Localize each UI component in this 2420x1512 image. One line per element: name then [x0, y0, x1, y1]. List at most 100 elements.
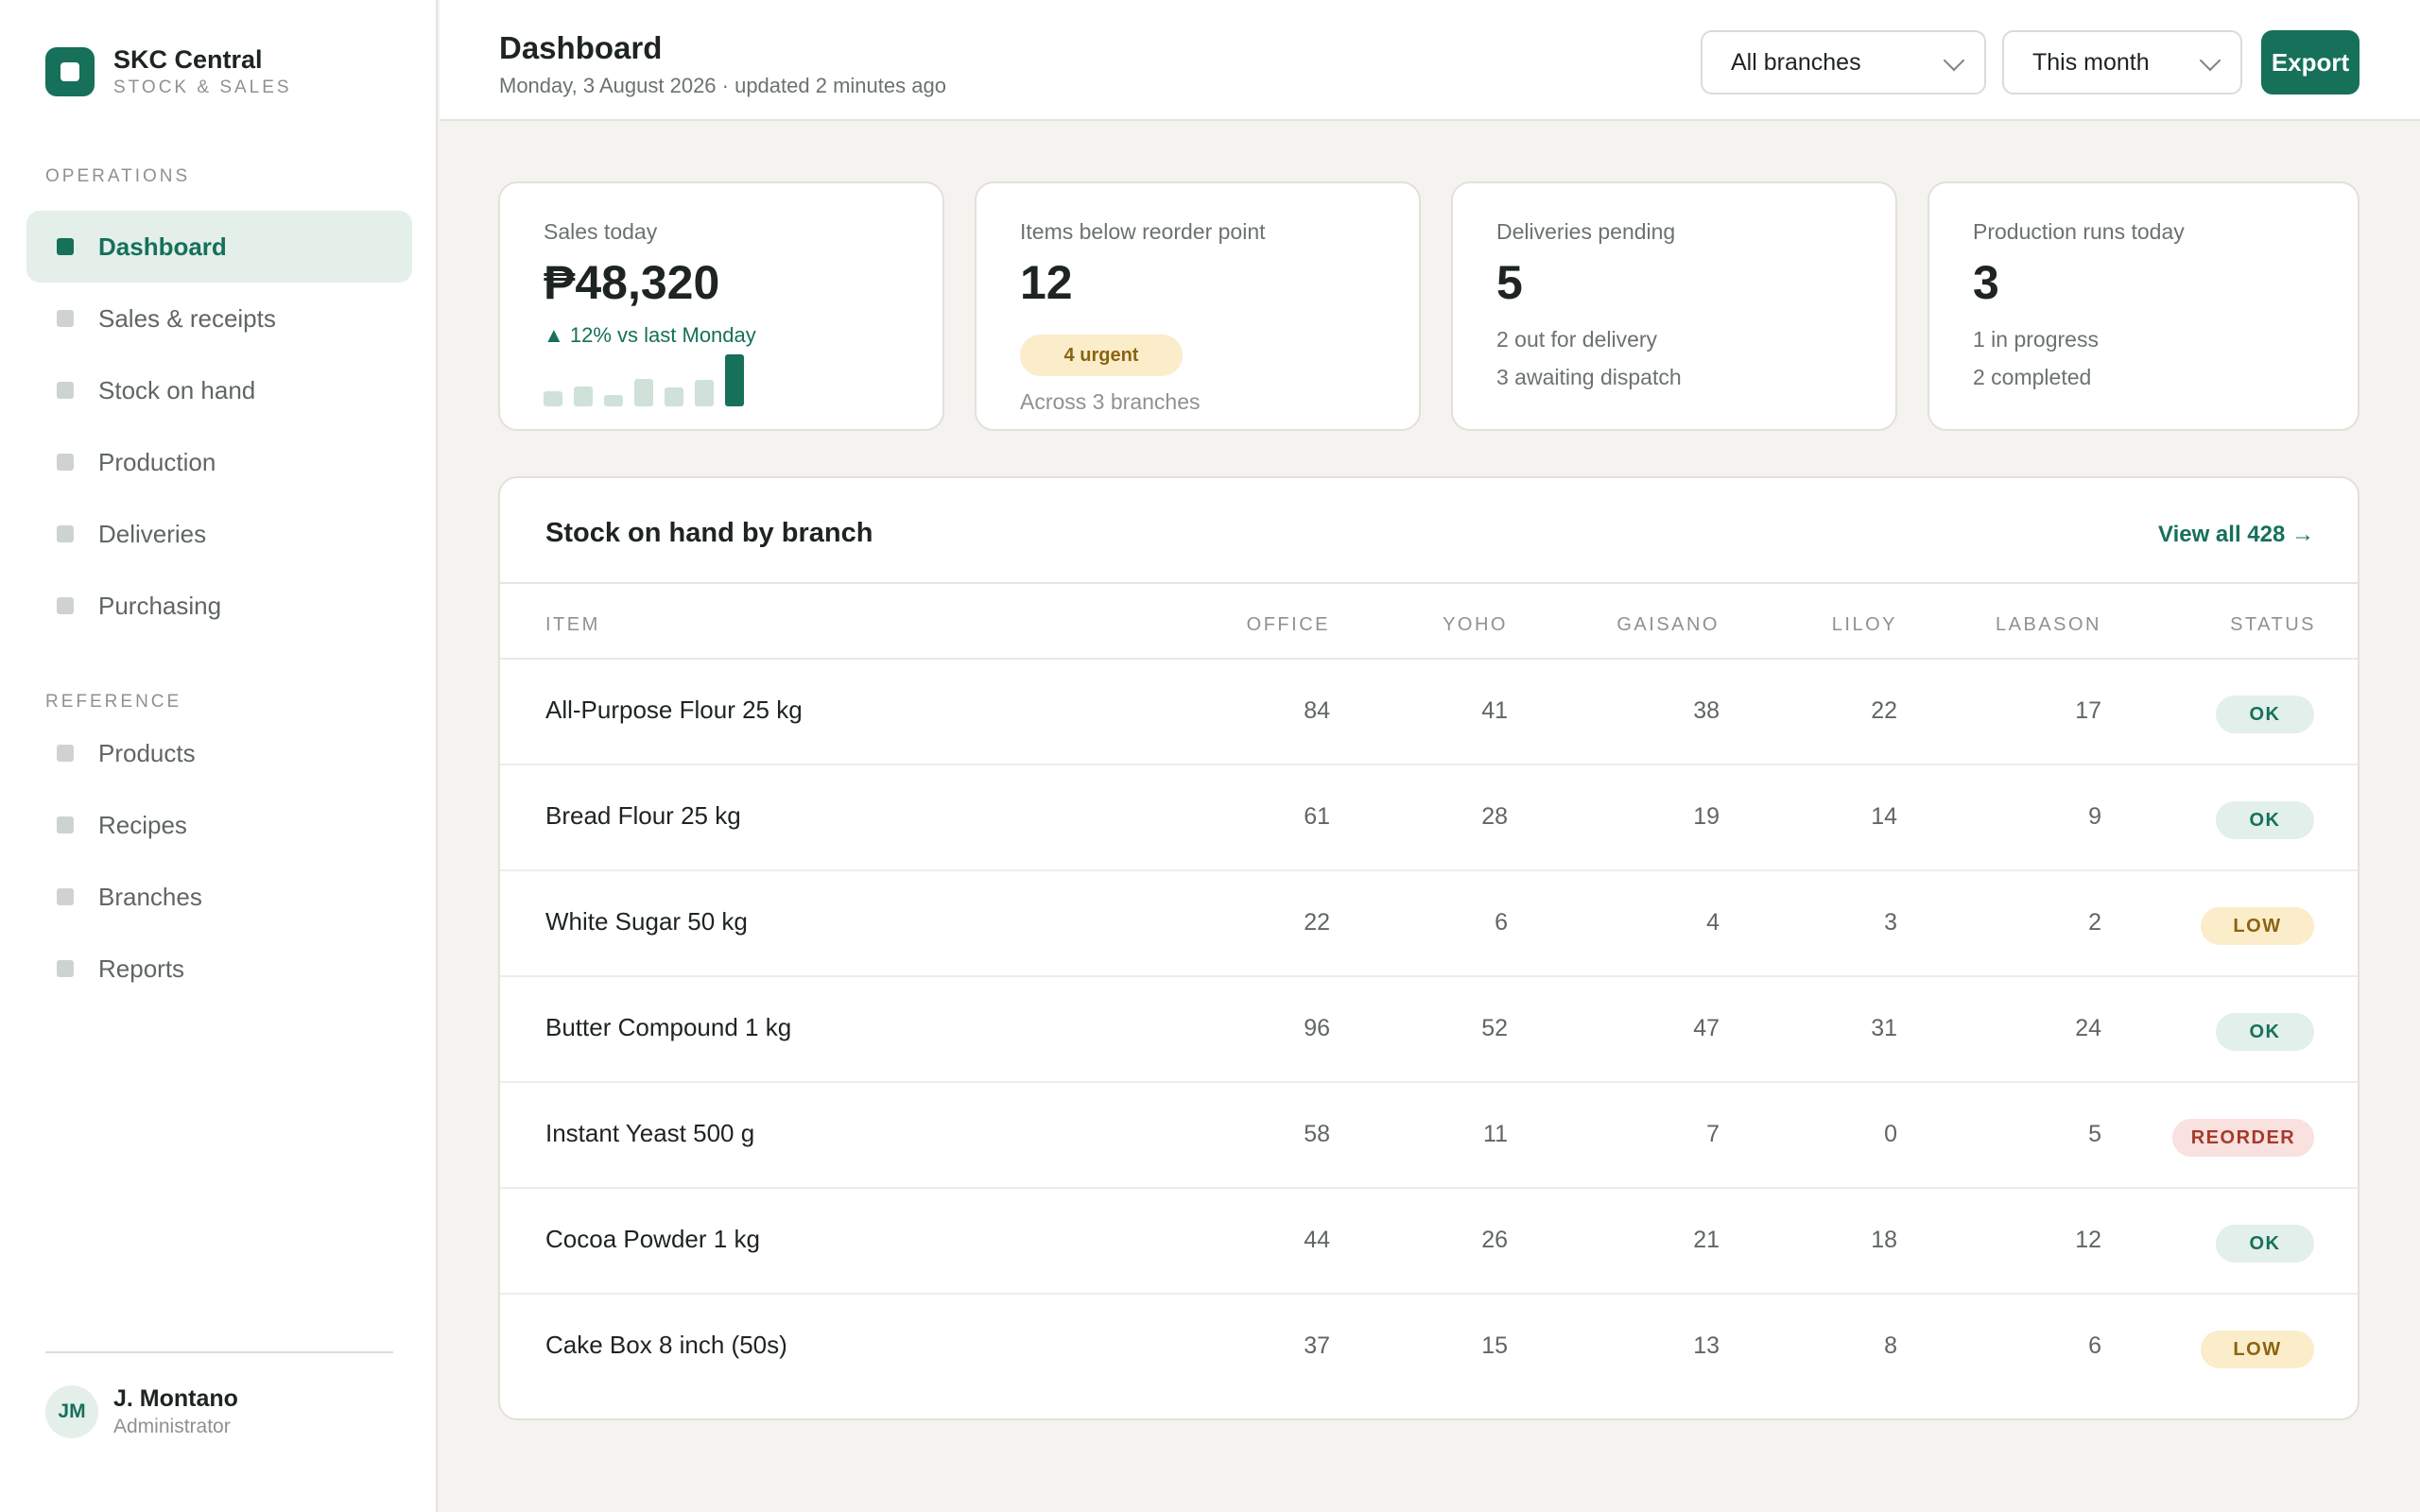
- stock-icon: [57, 382, 74, 399]
- cell-office: 58: [1304, 1121, 1330, 1147]
- cell-office: 61: [1304, 803, 1330, 830]
- cell-item-name: All-Purpose Flour 25 kg: [545, 696, 803, 724]
- cell-liloy: 14: [1871, 803, 1897, 830]
- cell-yoho: 28: [1481, 803, 1508, 830]
- sidebar-item-deliveries[interactable]: Deliveries: [26, 498, 412, 570]
- sparkline-bar: [574, 387, 593, 406]
- cell-gaisano: 19: [1693, 803, 1720, 830]
- cell-item-name: Butter Compound 1 kg: [545, 1013, 792, 1041]
- sparkline-bar: [695, 380, 714, 406]
- sidebar-item-purchasing[interactable]: Purchasing: [26, 570, 412, 642]
- card-value: 12: [1020, 256, 1073, 309]
- purchasing-icon: [57, 597, 74, 614]
- cell-labason: 2: [2088, 909, 2101, 936]
- cell-labason: 9: [2088, 803, 2101, 830]
- brand[interactable]: SKC Central STOCK & SALES: [45, 43, 292, 100]
- page-subtitle: Monday, 3 August 2026 · updated 2 minute…: [499, 74, 946, 97]
- status-badge: OK: [2216, 801, 2314, 839]
- status-badge: OK: [2216, 1225, 2314, 1263]
- cell-gaisano: 7: [1706, 1121, 1720, 1147]
- cell-liloy: 31: [1871, 1015, 1897, 1041]
- branches-icon: [57, 888, 74, 905]
- chevron-down-icon: [1943, 49, 1965, 72]
- cell-yoho: 11: [1483, 1121, 1508, 1147]
- sidebar-item-label: Products: [98, 738, 196, 767]
- card-line-1: 1 in progress: [1973, 327, 2099, 352]
- cell-liloy: 3: [1884, 909, 1897, 936]
- panel-title: Stock on hand by branch: [545, 518, 873, 548]
- page-title: Dashboard: [499, 30, 663, 65]
- card-sales-today: Sales today ₱48,320 ▲ 12% vs last Monday: [498, 181, 944, 431]
- sidebar-item-label: Reports: [98, 954, 185, 983]
- sidebar-item-label: Recipes: [98, 810, 187, 839]
- sidebar-item-production[interactable]: Production: [26, 426, 412, 498]
- card-line-1: 2 out for delivery: [1496, 327, 1658, 352]
- table-row[interactable]: White Sugar 50 kg 22 6 4 3 2 LOW: [500, 871, 2358, 977]
- brand-name: SKC Central: [113, 45, 263, 74]
- card-line-2: 2 completed: [1973, 365, 2092, 389]
- cell-office: 44: [1304, 1227, 1330, 1253]
- branch-select-value: All branches: [1731, 48, 1861, 76]
- cell-labason: 12: [2075, 1227, 2101, 1253]
- cell-gaisano: 13: [1693, 1332, 1720, 1359]
- cell-liloy: 0: [1884, 1121, 1897, 1147]
- period-select-value: This month: [2032, 48, 2150, 76]
- avatar: JM: [45, 1385, 98, 1438]
- cell-labason: 24: [2075, 1015, 2101, 1041]
- sidebar-item-label: Purchasing: [98, 591, 222, 620]
- user-profile[interactable]: JM J. Montano Administrator: [45, 1383, 238, 1440]
- column-header-liloy: LILOY: [1831, 614, 1897, 635]
- card-reorder: Items below reorder point 12 4 urgent Ac…: [975, 181, 1421, 431]
- sales-icon: [57, 310, 74, 327]
- branch-select[interactable]: All branches: [1701, 30, 1986, 94]
- column-header-gaisano: GAISANO: [1616, 614, 1720, 635]
- sparkline-bar: [604, 395, 623, 406]
- table-row[interactable]: Instant Yeast 500 g 58 11 7 0 5 REORDER: [500, 1083, 2358, 1189]
- cell-yoho: 52: [1481, 1015, 1508, 1041]
- card-production: Production runs today 3 1 in progress 2 …: [1927, 181, 2360, 431]
- sidebar-item-branches[interactable]: Branches: [26, 861, 412, 933]
- products-icon: [57, 745, 74, 762]
- table-row[interactable]: Cocoa Powder 1 kg 44 26 21 18 12 OK: [500, 1189, 2358, 1295]
- cell-gaisano: 4: [1706, 909, 1720, 936]
- view-all-link[interactable]: View all 428 →: [2158, 522, 2314, 548]
- cell-office: 96: [1304, 1015, 1330, 1041]
- sidebar-item-reports[interactable]: Reports: [26, 933, 412, 1005]
- cell-labason: 5: [2088, 1121, 2101, 1147]
- cell-labason: 17: [2075, 697, 2101, 724]
- cell-yoho: 41: [1481, 697, 1508, 724]
- cell-yoho: 26: [1481, 1227, 1508, 1253]
- card-value: 5: [1496, 256, 1523, 309]
- card-label: Sales today: [544, 219, 658, 244]
- cell-office: 84: [1304, 697, 1330, 724]
- trend-indicator: ▲ 12% vs last Monday: [544, 323, 756, 347]
- table-row[interactable]: All-Purpose Flour 25 kg 84 41 38 22 17 OK: [500, 660, 2358, 765]
- cell-gaisano: 47: [1693, 1015, 1720, 1041]
- sidebar-item-dashboard[interactable]: Dashboard: [26, 211, 412, 283]
- export-button[interactable]: Export: [2261, 30, 2360, 94]
- sidebar-divider: [45, 1351, 393, 1353]
- table-row[interactable]: Bread Flour 25 kg 61 28 19 14 9 OK: [500, 765, 2358, 871]
- table-row[interactable]: Butter Compound 1 kg 96 52 47 31 24 OK: [500, 977, 2358, 1083]
- card-label: Deliveries pending: [1496, 219, 1676, 244]
- table-row[interactable]: Cake Box 8 inch (50s) 37 15 13 8 6 LOW: [500, 1295, 2358, 1400]
- sidebar-item-sales[interactable]: Sales & receipts: [26, 283, 412, 354]
- cell-labason: 6: [2088, 1332, 2101, 1359]
- sidebar-item-label: Sales & receipts: [98, 303, 276, 333]
- stock-panel: Stock on hand by branch View all 428 → I…: [498, 476, 2360, 1420]
- card-label: Items below reorder point: [1020, 219, 1266, 244]
- card-line-2: 3 awaiting dispatch: [1496, 365, 1682, 389]
- period-select[interactable]: This month: [2002, 30, 2242, 94]
- production-icon: [57, 454, 74, 471]
- reports-icon: [57, 960, 74, 977]
- cell-liloy: 22: [1871, 697, 1897, 724]
- app-logo-icon: [45, 47, 95, 96]
- status-badge: LOW: [2201, 1331, 2314, 1368]
- status-badge: REORDER: [2172, 1119, 2314, 1157]
- sidebar-item-stock[interactable]: Stock on hand: [26, 354, 412, 426]
- user-role: Administrator: [113, 1416, 231, 1437]
- cell-yoho: 6: [1495, 909, 1508, 936]
- sidebar-item-recipes[interactable]: Recipes: [26, 789, 412, 861]
- column-header-office: OFFICE: [1246, 614, 1330, 635]
- sidebar-item-products[interactable]: Products: [26, 717, 412, 789]
